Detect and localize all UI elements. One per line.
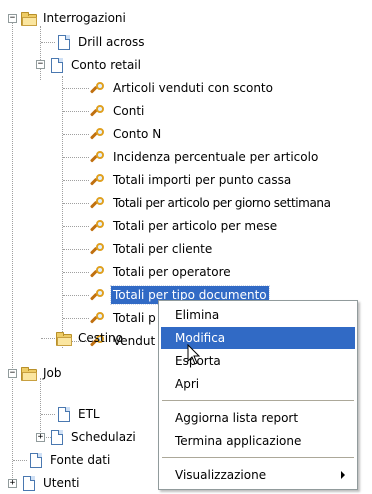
- magnifier-icon: [89, 150, 107, 165]
- tree-node-report[interactable]: Totali per cliente: [89, 238, 214, 260]
- tree-node-etl[interactable]: ETL: [55, 403, 102, 425]
- document-icon: [48, 57, 65, 73]
- tree-node-cestino[interactable]: Cestino: [55, 327, 125, 349]
- tree-node-label: Totali per operatore: [113, 265, 231, 279]
- folder-open-icon: [20, 366, 37, 381]
- tree-node-drill-across[interactable]: Drill across: [55, 31, 146, 53]
- magnifier-icon: [89, 219, 107, 234]
- expand-toggle[interactable]: +: [36, 433, 45, 442]
- menu-item-label: Visualizzazione: [175, 468, 267, 482]
- magnifier-icon: [89, 127, 107, 142]
- magnifier-icon: [89, 265, 107, 280]
- menu-item-apri[interactable]: Apri: [161, 373, 355, 395]
- magnifier-icon: [89, 311, 107, 326]
- tree-connector: [63, 295, 89, 296]
- collapse-toggle[interactable]: −: [36, 60, 45, 69]
- tree-node-label: Totali importi per punto cassa: [113, 173, 292, 187]
- tree-node-report[interactable]: Totali per articolo per giorno settimana: [89, 192, 333, 214]
- folder-open-icon: [20, 11, 37, 26]
- tree-connector: [63, 88, 89, 89]
- tree-node-label: Totali per cliente: [113, 242, 213, 256]
- tree-node-label: Totali per articolo per mese: [113, 219, 278, 233]
- tree-node-label: Cestino: [78, 331, 123, 345]
- magnifier-icon: [89, 288, 107, 303]
- tree-connector: [41, 42, 55, 43]
- magnifier-icon: [89, 242, 107, 257]
- magnifier-icon: [89, 81, 107, 96]
- tree-node-label: Utenti: [43, 476, 80, 490]
- tree-connector: [13, 460, 27, 461]
- tree-node-report[interactable]: Totali per articolo per mese: [89, 215, 279, 237]
- tree-connector: [62, 76, 63, 348]
- tree-node-job[interactable]: Job: [20, 362, 64, 384]
- tree-node-report[interactable]: Incidenza percentuale per articolo: [89, 146, 320, 168]
- tree-connector: [63, 203, 89, 204]
- tree-node-label: Interrogazioni: [43, 11, 126, 25]
- tree-node-report[interactable]: Totali per operatore: [89, 261, 233, 283]
- tree-node-report[interactable]: Conto N: [89, 123, 163, 145]
- tree-node-label: Totali per articolo per giorno settimana: [113, 196, 331, 210]
- menu-item-termina-applicazione[interactable]: Termina applicazione: [161, 430, 355, 452]
- tree-connector: [63, 180, 89, 181]
- tree-connector: [63, 226, 89, 227]
- magnifier-icon: [89, 196, 107, 211]
- tree-connector: [63, 157, 89, 158]
- tree-node-report[interactable]: Totali importi per punto cassa: [89, 169, 293, 191]
- tree-node-label: Conto N: [113, 127, 162, 141]
- menu-separator: [162, 400, 354, 401]
- menu-item-visualizzazione[interactable]: Visualizzazione: [161, 464, 355, 486]
- tree-node-schedulazioni[interactable]: Schedulazi: [48, 426, 138, 448]
- expand-toggle[interactable]: +: [8, 479, 17, 488]
- document-icon: [27, 452, 44, 468]
- tree-node-label: Articoli venduti con sconto: [113, 81, 273, 95]
- tree-connector: [40, 378, 41, 438]
- tree-node-label: ETL: [78, 407, 100, 421]
- document-icon: [20, 475, 37, 491]
- tree-connector: [12, 20, 13, 482]
- context-menu: Elimina Modifica Esporta Apri Aggiorna l…: [158, 300, 358, 490]
- tree-connector: [40, 26, 41, 80]
- magnifier-icon: [89, 104, 107, 119]
- document-icon: [48, 429, 65, 445]
- tree-node-report[interactable]: Totali p: [89, 307, 158, 329]
- tree-connector: [63, 272, 89, 273]
- tree-connector: [63, 134, 89, 135]
- document-icon: [55, 34, 72, 50]
- tree-node-label: Totali p: [113, 311, 156, 325]
- submenu-arrow-icon: [341, 471, 345, 479]
- tree-node-interrogazioni[interactable]: Interrogazioni: [20, 7, 128, 29]
- tree-connector: [41, 338, 55, 339]
- tree-node-report[interactable]: Articoli venduti con sconto: [89, 77, 275, 99]
- collapse-toggle[interactable]: −: [8, 369, 17, 378]
- tree-connector: [63, 318, 89, 319]
- tree-node-label: Conti: [113, 104, 145, 118]
- tree-connector: [63, 249, 89, 250]
- collapse-toggle[interactable]: −: [8, 14, 17, 23]
- mouse-pointer-icon: [187, 344, 201, 365]
- tree-node-fonte-dati[interactable]: Fonte dati: [27, 449, 112, 471]
- tree-node-label: Conto retail: [71, 58, 141, 72]
- tree-node-label: Job: [43, 366, 62, 380]
- menu-item-aggiorna-lista-report[interactable]: Aggiorna lista report: [161, 407, 355, 429]
- menu-item-elimina[interactable]: Elimina: [161, 304, 355, 326]
- document-icon: [55, 406, 72, 422]
- folder-icon: [55, 331, 72, 346]
- menu-separator: [162, 457, 354, 458]
- tree-node-label: Fonte dati: [50, 453, 111, 467]
- tree-node-label: Incidenza percentuale per articolo: [113, 150, 319, 164]
- tree-node-label: Drill across: [78, 35, 145, 49]
- tree-node-report[interactable]: Conti: [89, 100, 146, 122]
- tree-node-conto-retail[interactable]: Conto retail: [48, 54, 143, 76]
- tree-node-label: Schedulazi: [71, 430, 136, 444]
- tree-connector: [41, 414, 55, 415]
- tree-node-utenti[interactable]: Utenti: [20, 472, 82, 494]
- magnifier-icon: [89, 173, 107, 188]
- tree-connector: [63, 111, 89, 112]
